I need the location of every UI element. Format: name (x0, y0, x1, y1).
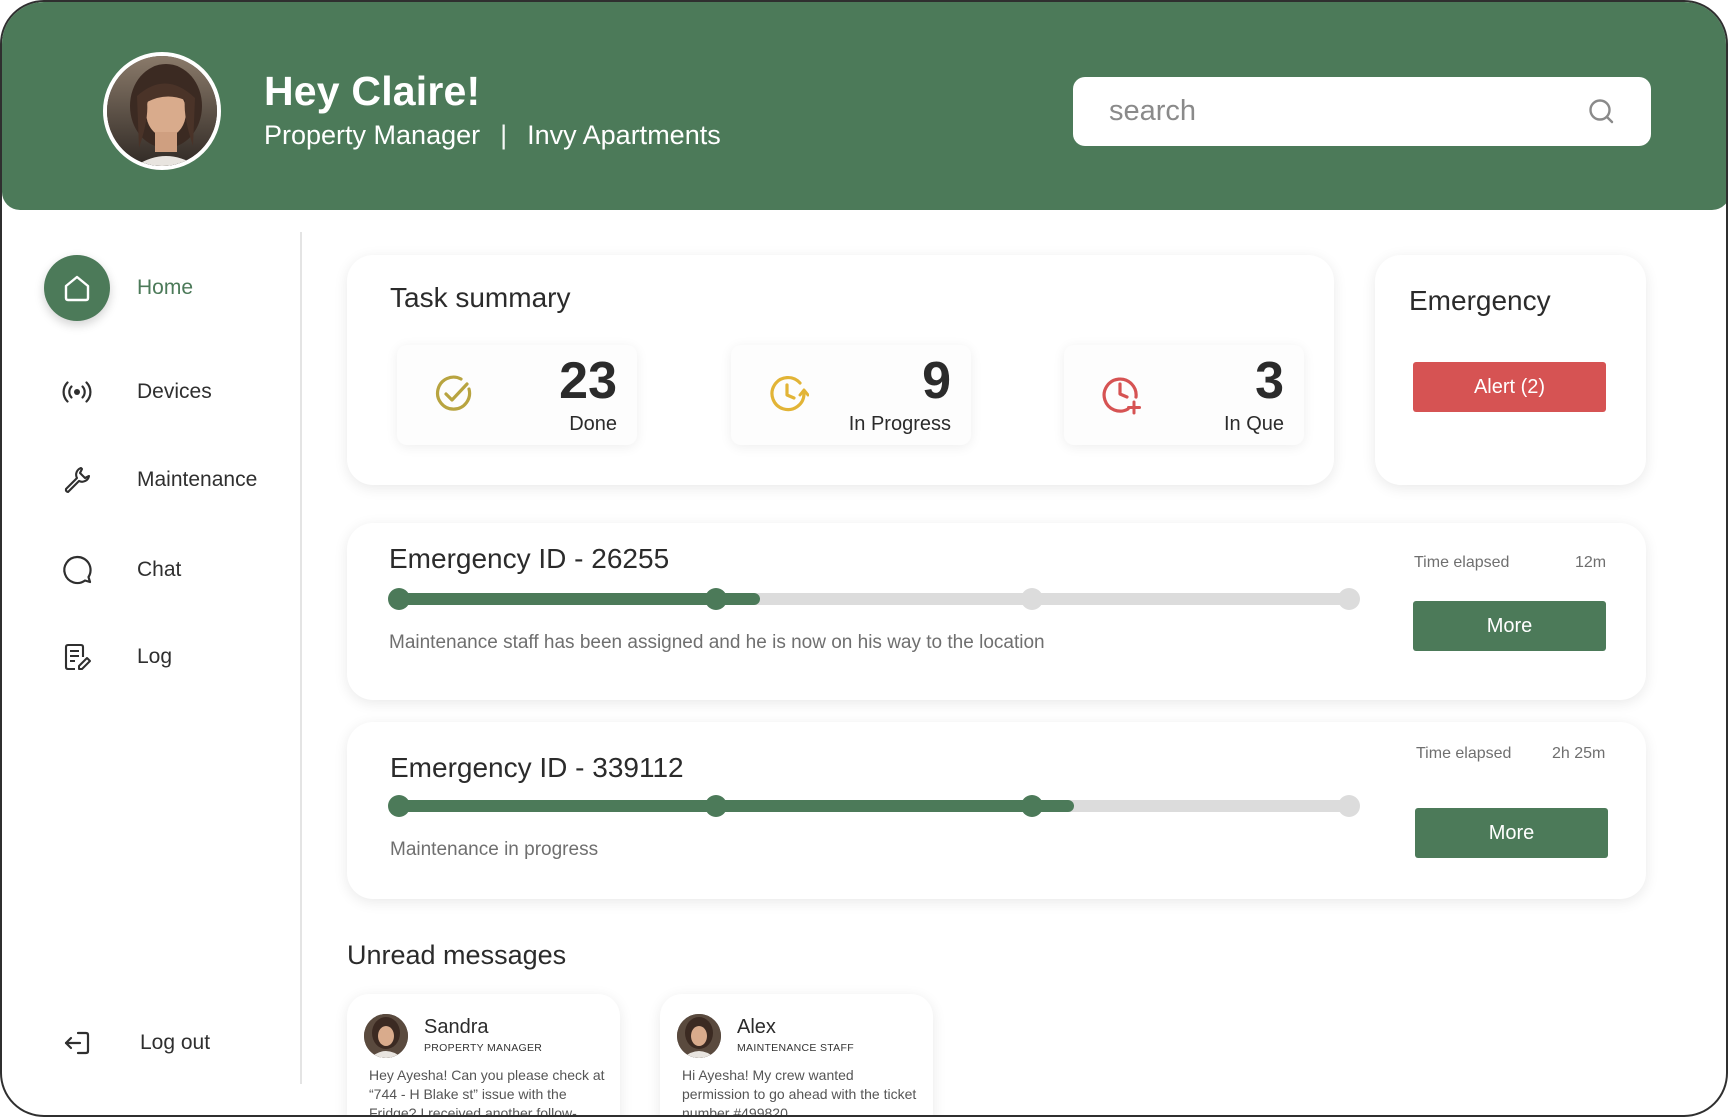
search-icon[interactable] (1587, 97, 1615, 125)
time-elapsed-label: Time elapsed (1414, 554, 1510, 571)
sidebar-item-log[interactable]: Log (2, 624, 300, 690)
search-input[interactable] (1109, 89, 1579, 133)
avatar (364, 1014, 408, 1058)
stat-value: 9 (922, 352, 951, 410)
emergency-item-339112: Emergency ID - 339112 Maintenance in pro… (347, 722, 1646, 899)
logout-button[interactable]: Log out (2, 1010, 300, 1076)
user-role: Property Manager (264, 120, 481, 150)
stat-label: In Que (1223, 413, 1284, 435)
header: Hey Claire! Property Manager | Invy Apar… (2, 2, 1726, 210)
sidebar-item-devices[interactable]: Devices (2, 359, 300, 425)
clock-progress-icon (770, 375, 809, 412)
task-summary-card: Task summary 23 Done 9 In Progress 3 In … (347, 255, 1334, 485)
time-elapsed-value: 2h 25m (1552, 745, 1606, 762)
progress-step-1 (388, 795, 410, 817)
sidebar-divider (300, 232, 302, 1084)
more-button[interactable]: More (1413, 601, 1606, 651)
message-card-alex[interactable]: Alex MAINTENANCE STAFF Hi Ayesha! My cre… (660, 994, 933, 1117)
broadcast-icon (62, 381, 92, 403)
more-button[interactable]: More (1415, 808, 1608, 858)
avatar (677, 1014, 721, 1058)
progress-step-3 (1021, 588, 1044, 610)
sender-role: MAINTENANCE STAFF (737, 1042, 854, 1054)
sidebar-item-label: Chat (137, 558, 182, 581)
progress-step-4 (1338, 588, 1360, 610)
stat-in-queue[interactable]: 3 In Que (1064, 345, 1304, 445)
emergency-title: Emergency (1409, 285, 1551, 316)
message-card-sandra[interactable]: Sandra PROPERTY MANAGER Hey Ayesha! Can … (347, 994, 620, 1117)
sidebar-item-maintenance[interactable]: Maintenance (2, 447, 300, 513)
emergency-progress-track (388, 795, 1360, 817)
app-window: Hey Claire! Property Manager | Invy Apar… (0, 0, 1728, 1117)
progress-step-1 (388, 588, 410, 610)
log-document-icon (64, 643, 91, 671)
sender-name: Alex (737, 1016, 776, 1038)
property-name: Invy Apartments (527, 120, 721, 150)
progress-step-2 (704, 795, 727, 817)
sidebar-item-label: Log (137, 645, 173, 668)
stat-value: 3 (1255, 352, 1284, 410)
sender-role: PROPERTY MANAGER (424, 1042, 543, 1054)
progress-step-3 (1021, 795, 1044, 817)
emergency-item-26255: Emergency ID - 26255 Maintenance staff h… (347, 523, 1646, 700)
stat-label: Done (569, 413, 617, 435)
emergency-progress-track (388, 588, 1360, 610)
subtitle-separator: | (500, 120, 508, 150)
sidebar-item-chat[interactable]: Chat (2, 537, 300, 603)
progress-step-4 (1338, 795, 1360, 817)
emergency-card: Emergency Alert (2) (1375, 255, 1646, 485)
stat-value: 23 (559, 352, 617, 410)
sidebar-item-label: Maintenance (137, 468, 258, 491)
stat-done[interactable]: 23 Done (397, 345, 637, 445)
home-icon (64, 275, 90, 302)
user-avatar[interactable] (103, 52, 221, 170)
time-elapsed-value: 12m (1575, 554, 1607, 571)
emergency-id-title: Emergency ID - 26255 (389, 543, 670, 574)
logout-icon (64, 1031, 90, 1055)
chat-bubble-icon (63, 555, 92, 585)
emergency-status: Maintenance in progress (390, 839, 599, 860)
search-box (1073, 77, 1651, 146)
sidebar-item-label: Devices (137, 380, 212, 403)
greeting-title: Hey Claire! (264, 68, 481, 114)
time-elapsed-label: Time elapsed (1416, 745, 1512, 762)
sender-name: Sandra (424, 1016, 489, 1038)
progress-step-2 (704, 588, 727, 610)
progress-fill (399, 800, 1074, 812)
stat-label: In Progress (848, 413, 951, 435)
message-preview: Hi Ayesha! My crew wanted permission to … (682, 1067, 917, 1117)
message-preview: Hey Ayesha! Can you please check at “744… (369, 1067, 605, 1117)
logout-label: Log out (140, 1031, 211, 1054)
task-summary-title: Task summary (390, 282, 571, 313)
emergency-status: Maintenance staff has been assigned and … (389, 632, 1045, 653)
check-circle-icon (435, 375, 472, 411)
unread-messages-title: Unread messages (347, 940, 567, 970)
sidebar-item-home[interactable]: Home (2, 255, 300, 321)
sidebar-item-label: Home (137, 276, 194, 299)
alert-button[interactable]: Alert (2) (1413, 362, 1606, 412)
stat-in-progress[interactable]: 9 In Progress (731, 345, 971, 445)
wrench-icon (64, 466, 91, 494)
clock-add-icon (1102, 377, 1141, 415)
emergency-id-title: Emergency ID - 339112 (390, 752, 684, 783)
user-subtitle: Property Manager | Invy Apartments (264, 120, 721, 151)
